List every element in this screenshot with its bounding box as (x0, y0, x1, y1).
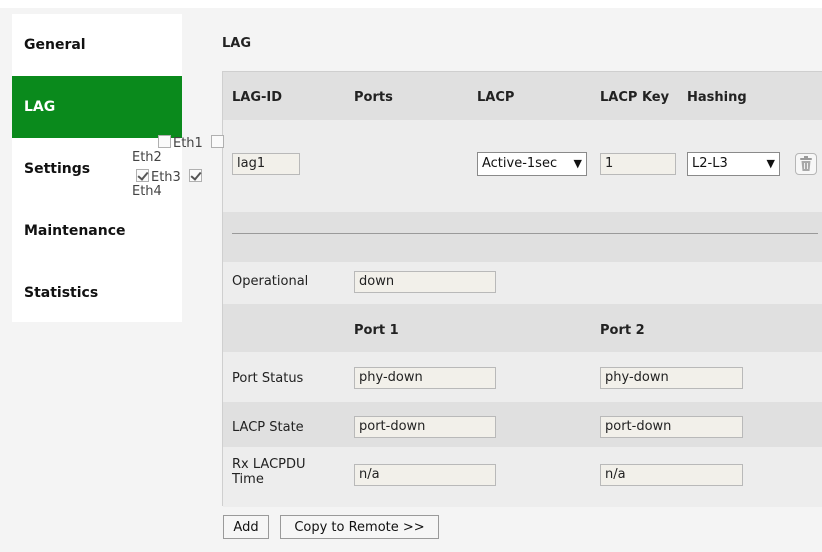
sidebar-item-label: Settings (24, 161, 91, 177)
lacp-select-value: Active-1sec (482, 156, 558, 171)
sidebar-item-label: Maintenance (24, 223, 126, 239)
add-button[interactable]: Add (223, 515, 269, 539)
page-title: LAG (222, 36, 252, 51)
sidebar-item-maintenance[interactable]: Maintenance (12, 200, 182, 262)
sidebar-item-statistics[interactable]: Statistics (12, 262, 182, 324)
rx-lacpdu-label-line2: Time (232, 472, 264, 487)
port-eth2-label: Eth2 (132, 150, 162, 165)
port1-lacp-state-field: port-down (354, 416, 496, 438)
chevron-down-icon: ▼ (573, 157, 582, 170)
divider (232, 233, 818, 234)
port-eth1-checkbox[interactable] (158, 135, 171, 148)
port1-header: Port 1 (354, 323, 399, 338)
port2-header: Port 2 (600, 323, 645, 338)
sidebar-item-label: LAG (24, 99, 56, 115)
separator-band (223, 212, 822, 262)
lacp-key-field[interactable]: 1 (600, 153, 676, 175)
col-header-ports: Ports (354, 90, 393, 105)
col-header-lag-id: LAG-ID (232, 90, 283, 105)
hashing-select-value: L2-L3 (692, 156, 728, 171)
sidebar-item-general[interactable]: General (12, 14, 182, 76)
lacp-state-label: LACP State (232, 420, 304, 435)
copy-to-remote-button[interactable]: Copy to Remote >> (280, 515, 439, 539)
delete-lag-button[interactable] (795, 153, 817, 175)
rx-lacpdu-label: Rx LACPDU Time (232, 457, 306, 487)
port-eth4-label: Eth4 (132, 184, 162, 199)
rx-lacpdu-label-line1: Rx LACPDU (232, 457, 306, 472)
col-header-lacp-key: LACP Key (600, 90, 670, 105)
sidebar-item-label: Statistics (24, 285, 99, 301)
lag-panel (222, 71, 822, 507)
operational-field: down (354, 271, 496, 293)
operational-label: Operational (232, 274, 309, 289)
port2-lacp-state-field: port-down (600, 416, 743, 438)
port-eth2-checkbox[interactable] (210, 135, 224, 148)
port-status-label: Port Status (232, 371, 304, 386)
sidebar-item-lag[interactable]: LAG (12, 76, 182, 138)
col-header-lacp: LACP (477, 90, 515, 105)
port1-rx-lacpdu-field: n/a (354, 464, 496, 486)
top-bar (0, 0, 822, 8)
port-header-row (223, 304, 822, 352)
trash-icon (800, 156, 812, 171)
port1-status-field: phy-down (354, 367, 496, 389)
port-eth1-label: Eth1 (173, 136, 203, 151)
chevron-down-icon: ▼ (766, 157, 775, 170)
sidebar-item-label: General (24, 37, 86, 53)
port2-status-field: phy-down (600, 367, 743, 389)
operational-row (223, 262, 822, 304)
port-eth3-label: Eth3 (151, 170, 181, 185)
lag-id-field[interactable]: lag1 (232, 153, 300, 175)
port-eth4-checkbox[interactable] (188, 169, 202, 182)
port2-rx-lacpdu-field: n/a (600, 464, 743, 486)
col-header-hashing: Hashing (687, 90, 747, 105)
hashing-select[interactable]: L2-L3 ▼ (687, 152, 780, 176)
ports-checkbox-group: Eth1 Eth2 Eth3 Eth4 (132, 135, 242, 200)
lacp-select[interactable]: Active-1sec ▼ (477, 152, 587, 176)
port-eth3-checkbox[interactable] (136, 169, 149, 182)
